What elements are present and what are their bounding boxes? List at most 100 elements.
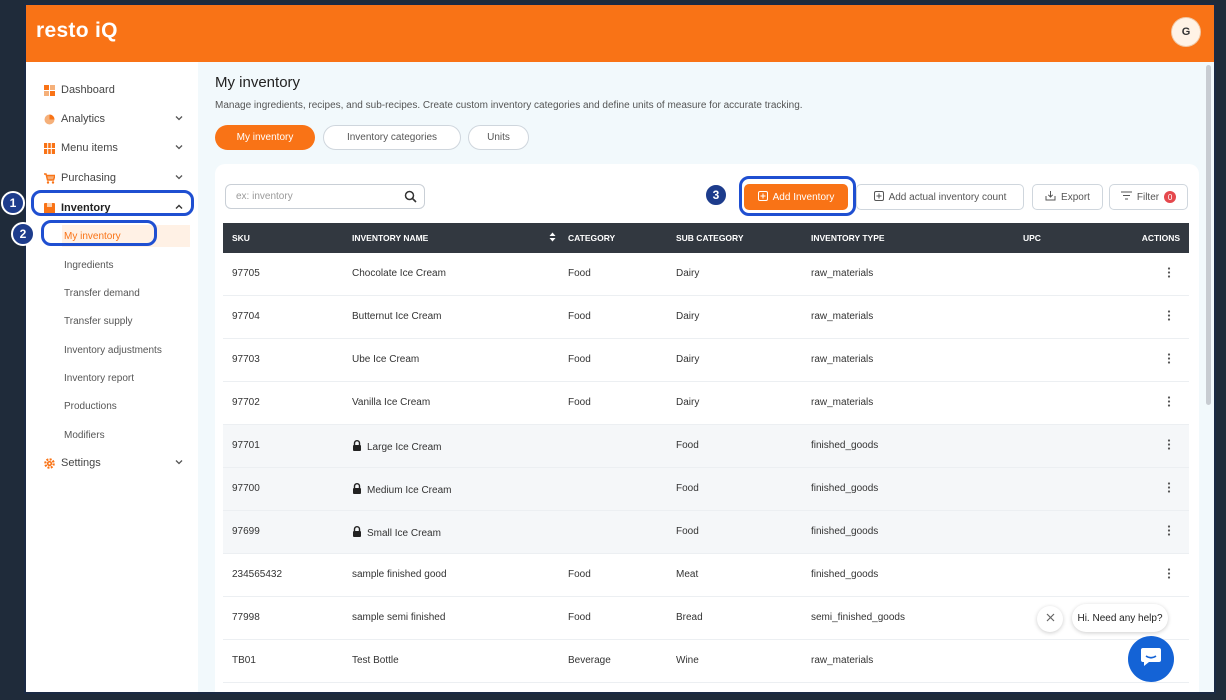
sidebar-item-purchasing[interactable]: Purchasing: [44, 168, 184, 188]
cell-category: Food: [568, 268, 591, 279]
tab-inventory-categories[interactable]: Inventory categories: [323, 125, 461, 150]
search-input[interactable]: [234, 190, 398, 203]
cell-type: raw_materials: [811, 268, 873, 279]
row-actions-kebab-icon[interactable]: [1167, 525, 1171, 539]
sub-item-ingredients[interactable]: Ingredients: [64, 256, 113, 274]
cell-name: Test Bottle: [352, 655, 399, 666]
header-inventory-type[interactable]: INVENTORY TYPE: [811, 233, 885, 243]
sub-item-transfer-supply[interactable]: Transfer supply: [64, 312, 133, 330]
header-sku[interactable]: SKU: [232, 233, 250, 243]
table-row[interactable]: 234565432 sample finished good Food Meat fin…: [223, 554, 1189, 597]
cell-text: semi_finished_goods: [811, 612, 905, 623]
sort-icon[interactable]: [549, 232, 556, 244]
cell-category: Food: [568, 311, 591, 322]
chat-launcher-button[interactable]: [1128, 636, 1174, 682]
table-header: SKU INVENTORY NAME CATEGORY SUB CATEGORY…: [223, 223, 1189, 253]
row-actions-kebab-icon[interactable]: [1167, 310, 1171, 324]
cell-text: 97701: [232, 440, 260, 451]
cell-text: 97702: [232, 397, 260, 408]
table-row[interactable]: 97704 Butternut Ice Cream Food Dairy raw_mat…: [223, 296, 1189, 339]
export-button[interactable]: Export: [1032, 184, 1103, 210]
sidebar-item-menu-items[interactable]: Menu items: [44, 138, 184, 158]
table-row[interactable]: 97702 Vanilla Ice Cream Food Dairy raw_mater…: [223, 382, 1189, 425]
cell-text: raw_materials: [811, 354, 874, 365]
cell-text: Food: [676, 526, 699, 537]
cell-sub: Dairy: [676, 354, 699, 365]
header-inventory-name[interactable]: INVENTORY NAME: [352, 233, 428, 243]
cell-category: Beverage: [568, 655, 611, 666]
table-row[interactable]: TB01 Test Bottle Beverage Wine raw_materials: [223, 640, 1189, 683]
cell-sub: Dairy: [676, 397, 699, 408]
cell-sku: 97701: [232, 440, 260, 451]
table-row[interactable]: 97703 Ube Ice Cream Food Dairy raw_materials: [223, 339, 1189, 382]
cell-name: sample semi finished: [352, 612, 445, 623]
row-actions-kebab-icon[interactable]: [1167, 267, 1171, 281]
step-badge-2: 2: [11, 222, 35, 246]
cell-text: Chocolate Ice Cream: [352, 268, 446, 279]
export-label: Export: [1061, 191, 1090, 203]
chat-greeting[interactable]: Hi. Need any help?: [1072, 604, 1168, 632]
cell-text: Butternut Ice Cream: [352, 311, 442, 322]
cell-sku: 97705: [232, 268, 260, 279]
menu-grid-icon: [44, 142, 55, 154]
highlight-my-inventory: [41, 220, 157, 246]
avatar[interactable]: G: [1172, 18, 1200, 46]
cell-text: Food: [568, 354, 591, 365]
chevron-down-icon: [174, 172, 184, 182]
cell-text: 97704: [232, 311, 260, 322]
table-row[interactable]: 97701 Large Ice Cream Food finished_goods: [223, 425, 1189, 468]
row-actions-kebab-icon[interactable]: [1167, 482, 1171, 496]
filter-label: Filter: [1136, 191, 1160, 203]
page-scrollbar[interactable]: [1206, 65, 1211, 405]
table-row[interactable]: 97705 Chocolate Ice Cream Food Dairy raw_mat…: [223, 253, 1189, 296]
header-category[interactable]: CATEGORY: [568, 233, 615, 243]
sidebar: Dashboard Analytics Menu items Purchasin…: [26, 62, 198, 692]
sub-item-productions[interactable]: Productions: [64, 397, 117, 415]
filter-button[interactable]: Filter 0: [1109, 184, 1188, 210]
search-box[interactable]: [225, 184, 425, 209]
row-actions-kebab-icon[interactable]: [1167, 353, 1171, 367]
row-actions-kebab-icon[interactable]: [1167, 439, 1171, 453]
cell-type: raw_materials: [811, 354, 873, 365]
export-icon: [1045, 190, 1056, 204]
cell-sub: Dairy: [676, 311, 699, 322]
header-actions: ACTIONS: [1141, 233, 1180, 243]
cell-text: Test Bottle: [352, 655, 399, 666]
row-actions-kebab-icon[interactable]: [1167, 568, 1171, 582]
tab-units[interactable]: Units: [468, 125, 529, 150]
table-row[interactable]: 97699 Small Ice Cream Food finished_goods: [223, 511, 1189, 554]
cell-sku: 97702: [232, 397, 260, 408]
cell-name: Medium Ice Cream: [352, 483, 451, 496]
app-window: resto iQ G Dashboard Analytics Menu item…: [24, 3, 1216, 694]
cell-category: Food: [568, 397, 591, 408]
row-actions-kebab-icon[interactable]: [1167, 396, 1171, 410]
highlight-add-inventory: [739, 176, 856, 216]
sub-item-inventory-report[interactable]: Inventory report: [64, 369, 134, 387]
sidebar-item-dashboard[interactable]: Dashboard: [44, 80, 184, 100]
page-subtitle: Manage ingredients, recipes, and sub-rec…: [215, 100, 803, 111]
sidebar-item-settings[interactable]: Settings: [44, 453, 184, 473]
cell-text: Food: [676, 440, 699, 451]
tab-my-inventory[interactable]: My inventory: [215, 125, 315, 150]
cell-sku: TB01: [232, 655, 256, 666]
cell-name: Vanilla Ice Cream: [352, 397, 430, 408]
cell-text: Dairy: [676, 354, 700, 365]
add-inventory-count-button[interactable]: Add actual inventory count: [856, 184, 1024, 210]
cell-text: 97700: [232, 483, 260, 494]
table-row[interactable]: 97700 Medium Ice Cream Food finished_goods: [223, 468, 1189, 511]
cell-text: Wine: [676, 655, 699, 666]
sub-item-modifiers[interactable]: Modifiers: [64, 426, 105, 444]
header-sub-category[interactable]: SUB CATEGORY: [676, 233, 744, 243]
cell-type: raw_materials: [811, 397, 873, 408]
sidebar-item-analytics[interactable]: Analytics: [44, 109, 184, 129]
sub-item-transfer-demand[interactable]: Transfer demand: [64, 284, 140, 302]
cell-text: raw_materials: [811, 397, 874, 408]
cell-text: Food: [568, 268, 591, 279]
cell-text: Meat: [676, 569, 699, 580]
sub-item-inventory-adjustments[interactable]: Inventory adjustments: [64, 341, 162, 359]
search-icon[interactable]: [404, 190, 417, 208]
chat-close-button[interactable]: [1037, 606, 1063, 632]
header-upc[interactable]: UPC: [1023, 233, 1041, 243]
cell-sku: 97703: [232, 354, 260, 365]
cell-text: 234565432: [232, 569, 283, 580]
